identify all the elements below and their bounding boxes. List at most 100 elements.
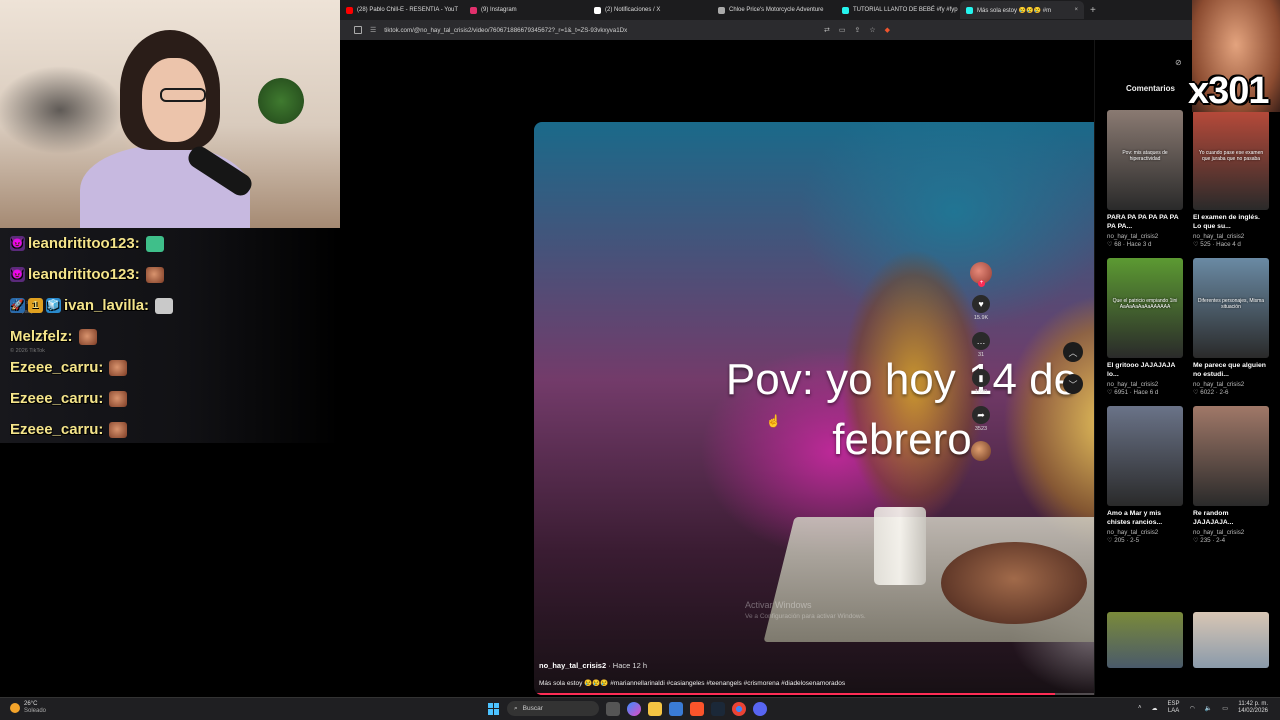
video-stats-text: 205 · 2-5 — [1114, 537, 1140, 544]
steam-icon[interactable] — [711, 701, 725, 716]
video-author[interactable]: no_hay_tal_crisis2 — [539, 661, 606, 670]
site-settings-icon[interactable]: ☰ — [370, 26, 376, 34]
volume-icon[interactable]: 🔈 — [1205, 705, 1212, 712]
discord-icon[interactable] — [753, 701, 767, 716]
store-icon[interactable] — [669, 701, 683, 716]
shield-icon[interactable]: ◆ — [885, 26, 890, 34]
chat-username[interactable]: ivan_lavilla: — [64, 297, 149, 314]
video-stats: ♡ 68 · Hace 3 d — [1107, 241, 1183, 248]
weather-widget[interactable]: 26°C Soleado — [10, 701, 46, 715]
tray-chevron-icon[interactable]: ˄ — [1138, 705, 1142, 711]
chat-username[interactable]: Ezeee_carru: — [10, 390, 103, 407]
save-button[interactable]: ▮ — [972, 369, 990, 387]
clock-date: 14/02/2026 — [1237, 708, 1268, 714]
battery-icon[interactable]: ▭ — [1222, 705, 1228, 712]
video-title[interactable]: PARA PA PA PA PA PA PA PA... — [1107, 214, 1183, 231]
chat-emote-icon — [109, 359, 128, 376]
tab-title: (9) Instagram — [481, 7, 517, 13]
plant — [258, 78, 304, 124]
video-author[interactable]: no_hay_tal_crisis2 — [1107, 381, 1183, 388]
video-thumbnail[interactable]: Que el patricio empiando 1ini AaAaAaAaAa… — [1107, 258, 1183, 358]
browser-tab[interactable]: (28) Pablo Chill-E - RESENTIA - YouT — [340, 1, 464, 19]
browser-tab[interactable]: Chloe Price's Motorcycle Adventure — [712, 1, 836, 19]
share-button[interactable]: ➦ — [972, 406, 990, 424]
browser-tab[interactable]: (9) Instagram — [464, 1, 588, 19]
browser-tab[interactable]: TUTORIAL LLANTO DE BEBÉ #fy #fyp — [836, 1, 960, 19]
copilot-icon[interactable] — [627, 701, 641, 716]
close-tab-icon[interactable]: × — [1074, 7, 1078, 13]
star-icon[interactable]: ☆ — [869, 26, 875, 34]
browser-tab[interactable]: (2) Notificaciones / X — [588, 1, 712, 19]
video-author[interactable]: no_hay_tal_crisis2 — [1107, 233, 1183, 240]
chat-username[interactable]: leandrititoo123: — [28, 266, 140, 283]
video-thumbnail[interactable] — [1107, 406, 1183, 506]
video-thumbnail[interactable]: Diferentes personajes, Misma situación — [1193, 258, 1269, 358]
related-video-card[interactable]: Diferentes personajes, Misma situación M… — [1193, 258, 1269, 396]
wifi-icon[interactable]: ◠ — [1190, 705, 1195, 712]
chat-username[interactable]: leandrititoo123: — [28, 235, 140, 252]
chat-username[interactable]: Ezeee_carru: — [10, 421, 103, 438]
video-thumbnail[interactable]: Yo cuando pase ese examen que juraba que… — [1193, 110, 1269, 210]
video-title[interactable]: Re random JAJAJAJA... — [1193, 510, 1269, 527]
video-progress-fill — [534, 693, 1055, 695]
video-thumbnail[interactable]: Pov: mis ataques de hiperactividad — [1107, 110, 1183, 210]
video-title[interactable]: El examen de inglés. Lo que su... — [1193, 214, 1269, 231]
video-time: · Hace 12 h — [608, 661, 647, 670]
tab-title: (28) Pablo Chill-E - RESENTIA - YouT — [357, 7, 459, 13]
like-count: 15.9K — [973, 315, 989, 321]
video-author[interactable]: no_hay_tal_crisis2 — [1107, 529, 1183, 536]
browser-tab[interactable]: Más sola estoy 😢😢😢 #m × — [960, 1, 1084, 19]
thumbnail[interactable] — [1193, 612, 1269, 668]
brave-icon[interactable] — [690, 701, 704, 716]
taskbar-search[interactable]: ⌕ Buscar — [507, 701, 599, 716]
video-title[interactable]: Amo a Mar y mis chistes rancios... — [1107, 510, 1183, 527]
windows-start-icon[interactable] — [488, 702, 500, 715]
next-video-button[interactable]: ﹀ — [1063, 374, 1083, 394]
related-video-card[interactable]: Re random JAJAJAJA... no_hay_tal_crisis2… — [1193, 406, 1269, 544]
sound-disc-icon[interactable] — [971, 441, 991, 461]
chat-username[interactable]: Ezeee_carru: — [10, 359, 103, 376]
video-stats-text: 525 · Hace 4 d — [1200, 241, 1241, 248]
language-indicator[interactable]: ESP LAA — [1168, 701, 1180, 715]
thumbnail-text: Pov: mis ataques de hiperactividad — [1122, 150, 1168, 162]
video-thumbnail[interactable] — [1193, 406, 1269, 506]
follow-plus-icon[interactable]: + — [978, 280, 985, 287]
activate-windows-watermark: Activar Windows Ve a Configuración para … — [745, 600, 866, 622]
related-video-card[interactable]: Amo a Mar y mis chistes rancios... no_ha… — [1107, 406, 1183, 544]
related-video-card[interactable]: Que el patricio empiando 1ini AaAaAaAaAa… — [1107, 258, 1183, 396]
video-author[interactable]: no_hay_tal_crisis2 — [1193, 381, 1269, 388]
task-view-icon[interactable] — [606, 701, 620, 716]
settings-icon[interactable]: ⊘ — [1175, 58, 1182, 67]
comment-button[interactable]: … — [972, 332, 990, 350]
related-video-card[interactable]: Yo cuando pase ese examen que juraba que… — [1193, 110, 1269, 248]
previous-video-button[interactable]: ︿ — [1063, 342, 1083, 362]
more-thumbnails — [1107, 612, 1269, 668]
chrome-icon[interactable] — [732, 701, 746, 716]
search-icon: ⌕ — [514, 704, 518, 712]
thumbnail[interactable] — [1107, 612, 1183, 668]
tab-title: TUTORIAL LLANTO DE BEBÉ #fy #fyp — [853, 7, 958, 13]
share-icon[interactable]: ⇪ — [854, 26, 860, 34]
video-title[interactable]: El gritooo JAJAJAJA lo... — [1107, 362, 1183, 379]
like-button[interactable]: ♥ — [972, 295, 990, 313]
chat-username[interactable]: Melzfelz: — [10, 328, 73, 345]
cloud-icon[interactable]: ☁ — [1152, 705, 1158, 712]
new-tab-button[interactable]: + — [1090, 5, 1096, 16]
url-field[interactable]: tiktok.com/@no_hay_tal_crisis2/video/760… — [384, 27, 627, 34]
tab-comments[interactable]: Comentarios — [1126, 84, 1175, 93]
video-author[interactable]: no_hay_tal_crisis2 — [1193, 529, 1269, 536]
file-explorer-icon[interactable] — [648, 701, 662, 716]
video-stats-text: 6022 · 2-6 — [1200, 389, 1229, 396]
related-video-card[interactable]: Pov: mis ataques de hiperactividad PARA … — [1107, 110, 1183, 248]
video-title[interactable]: Me parece que alguien no estudi... — [1193, 362, 1269, 379]
video-stats-text: 235 · 2-4 — [1200, 537, 1226, 544]
creator-avatar[interactable]: + — [970, 262, 992, 287]
translate-icon[interactable]: ⇄ — [824, 26, 830, 34]
video-navigation: ︿ ﹀ — [1063, 342, 1083, 394]
clock[interactable]: 11:42 p. m. 14/02/2026 — [1238, 701, 1268, 715]
video-author[interactable]: no_hay_tal_crisis2 — [1193, 233, 1269, 240]
bookmark-icon[interactable] — [354, 26, 362, 34]
clock-time: 11:42 p. m. — [1238, 701, 1268, 707]
cast-icon[interactable]: ▭ — [839, 26, 846, 34]
video-stats: ♡ 205 · 2-5 — [1107, 537, 1183, 544]
